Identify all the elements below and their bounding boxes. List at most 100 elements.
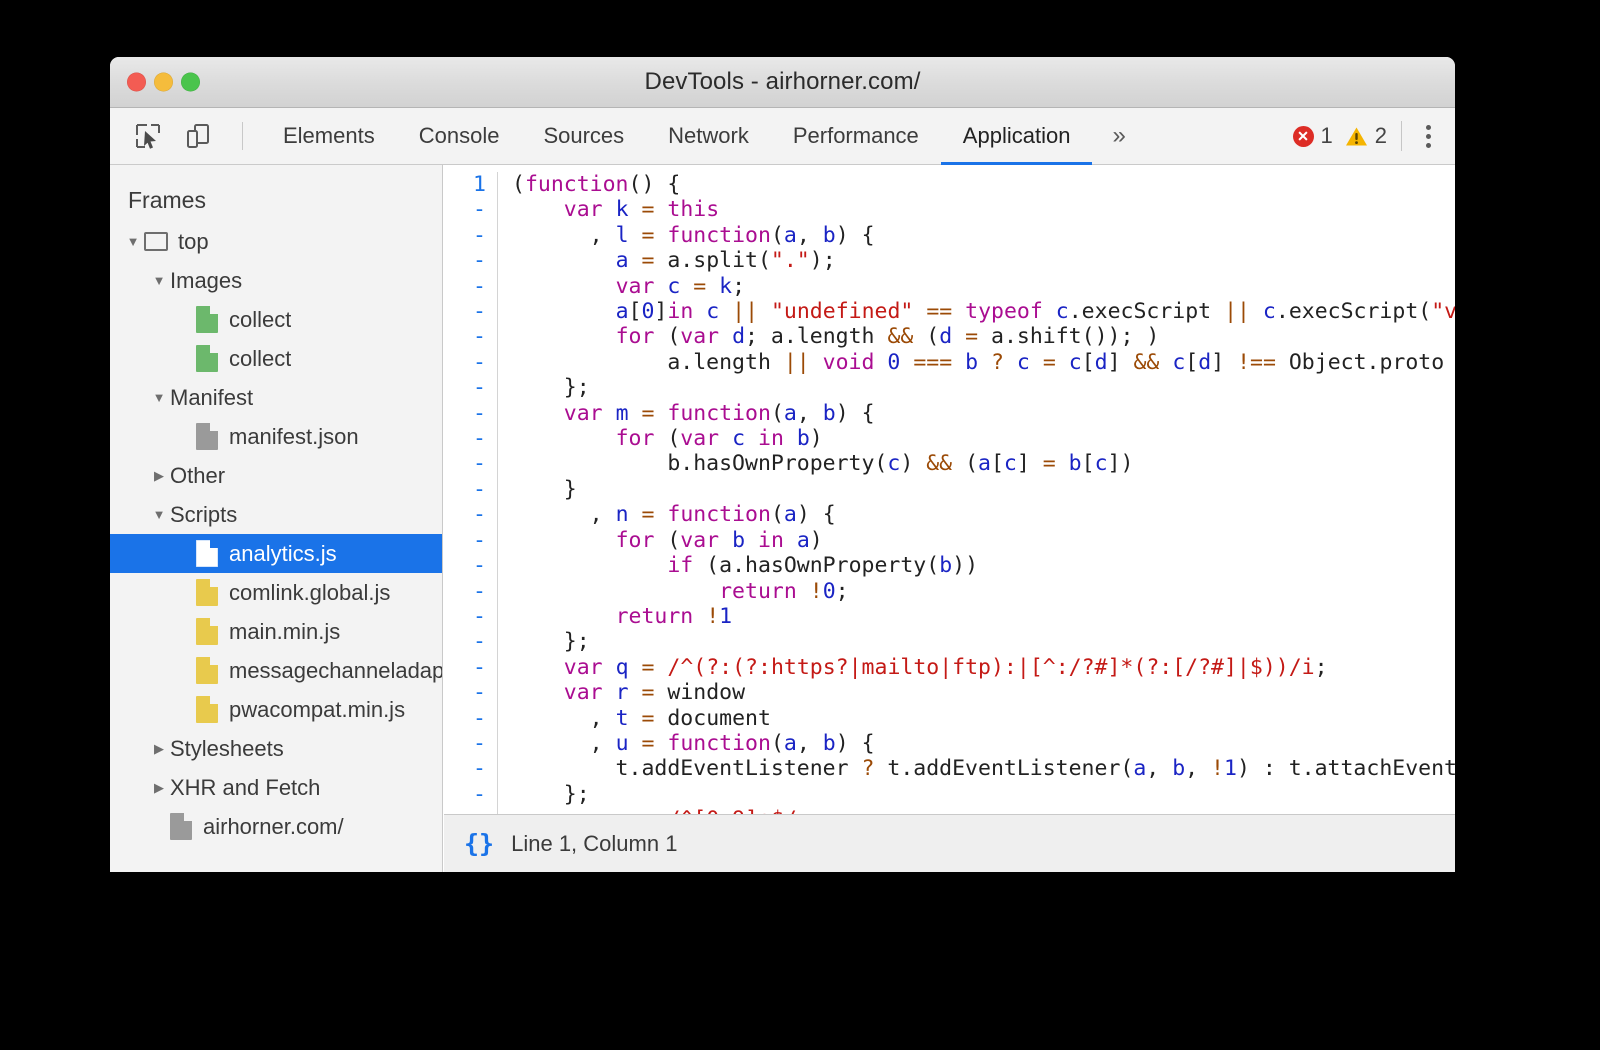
kebab-menu-icon[interactable] <box>1416 119 1441 154</box>
zoom-button[interactable] <box>181 73 200 92</box>
line-number: - <box>443 324 498 349</box>
screen: DevTools - airhorner.com/ <box>0 0 1600 1050</box>
tree-item[interactable]: pwacompat.min.js <box>110 690 442 729</box>
cursor-position: Line 1, Column 1 <box>511 831 677 857</box>
tree-item[interactable]: collect <box>110 300 442 339</box>
line-number: - <box>443 782 498 807</box>
toolbar-divider <box>242 122 243 150</box>
file-icon <box>196 618 218 645</box>
file-icon <box>196 306 218 333</box>
code-view[interactable]: 1(function() {- var k = this- , l = func… <box>443 165 1455 872</box>
code-text: b.hasOwnProperty(c) && (a[c] = b[c]) <box>498 451 1133 476</box>
file-icon <box>196 423 218 450</box>
frame-icon <box>144 232 168 251</box>
tab-sources[interactable]: Sources <box>521 108 646 164</box>
tree-item-label: main.min.js <box>229 619 340 645</box>
tree-item[interactable]: ▶Other <box>110 456 442 495</box>
code-text: } <box>498 477 577 502</box>
code-line: - , l = function(a, b) { <box>443 223 1455 248</box>
tree-item[interactable]: ▶Stylesheets <box>110 729 442 768</box>
tree-item[interactable]: main.min.js <box>110 612 442 651</box>
tree-item-label: airhorner.com/ <box>203 814 344 840</box>
code-line: - , t = document <box>443 706 1455 731</box>
inspect-cursor-icon[interactable] <box>130 118 166 154</box>
tree-item[interactable]: ▼Images <box>110 261 442 300</box>
tree-item[interactable]: collect <box>110 339 442 378</box>
tab-label: Performance <box>793 123 919 149</box>
tab-application[interactable]: Application <box>941 108 1093 164</box>
pretty-print-icon[interactable]: {} <box>464 829 494 858</box>
error-counter[interactable]: 1 <box>1293 123 1333 149</box>
chevron-down-icon[interactable]: ▼ <box>122 234 144 249</box>
twisty-spacer <box>174 429 196 444</box>
error-icon <box>1293 126 1314 147</box>
tree-item[interactable]: ▼top <box>110 222 442 261</box>
tree-item[interactable]: ▼Scripts <box>110 495 442 534</box>
code-text: (function() { <box>498 172 680 197</box>
code-line: - a = a.split("."); <box>443 248 1455 273</box>
toolbar-icons <box>110 108 261 164</box>
line-number: - <box>443 401 498 426</box>
tree-item[interactable]: analytics.js <box>110 534 442 573</box>
code-line: - for (var d; a.length && (d = a.shift()… <box>443 324 1455 349</box>
toolbar-right: 1 2 <box>1293 108 1456 164</box>
chevron-down-icon[interactable]: ▼ <box>148 507 170 522</box>
twisty-spacer <box>174 702 196 717</box>
more-tabs-icon[interactable]: » <box>1092 108 1145 164</box>
line-number: - <box>443 274 498 299</box>
chevron-right-icon[interactable]: ▶ <box>148 780 170 796</box>
line-number: - <box>443 629 498 654</box>
tab-console[interactable]: Console <box>397 108 522 164</box>
tree-item[interactable]: messagechanneladapter.js <box>110 651 442 690</box>
code-text: , n = function(a) { <box>498 502 836 527</box>
tab-performance[interactable]: Performance <box>771 108 941 164</box>
warning-counter[interactable]: 2 <box>1345 123 1387 149</box>
sidebar-heading: Frames <box>110 177 442 222</box>
tree-item[interactable]: ▶XHR and Fetch <box>110 768 442 807</box>
chevron-down-icon[interactable]: ▼ <box>148 390 170 405</box>
code-line: - return !1 <box>443 604 1455 629</box>
line-number: - <box>443 680 498 705</box>
tab-network[interactable]: Network <box>646 108 771 164</box>
line-number: - <box>443 426 498 451</box>
source-editor[interactable]: 1(function() {- var k = this- , l = func… <box>443 165 1455 872</box>
line-number: - <box>443 604 498 629</box>
code-text: , t = document <box>498 706 771 731</box>
frames-sidebar: Frames ▼top▼Images collect collect▼Manif… <box>110 165 443 872</box>
chevron-right-icon[interactable]: ▶ <box>148 741 170 757</box>
tree-item-label: Stylesheets <box>170 736 284 762</box>
code-text: for (var d; a.length && (d = a.shift());… <box>498 324 1159 349</box>
code-text: for (var c in b) <box>498 426 823 451</box>
chevron-down-icon[interactable]: ▼ <box>148 273 170 288</box>
code-line: - var m = function(a, b) { <box>443 401 1455 426</box>
code-line: - }; <box>443 375 1455 400</box>
line-number: - <box>443 706 498 731</box>
tab-elements[interactable]: Elements <box>261 108 397 164</box>
chevron-right-icon[interactable]: ▶ <box>148 468 170 484</box>
toolbar-right-divider <box>1401 121 1402 151</box>
tree-item[interactable]: airhorner.com/ <box>110 807 442 846</box>
code-text: var q = /^(?:(?:https?|mailto|ftp):|[^:/… <box>498 655 1328 680</box>
line-number: 1 <box>443 172 498 197</box>
device-toolbar-icon[interactable] <box>180 118 216 154</box>
line-number: - <box>443 655 498 680</box>
tree-item-label: Scripts <box>170 502 237 528</box>
tree-item-label: XHR and Fetch <box>170 775 320 801</box>
tab-label: Network <box>668 123 749 149</box>
code-text: , u = function(a, b) { <box>498 731 875 756</box>
tree-item[interactable]: ▼Manifest <box>110 378 442 417</box>
twisty-spacer <box>174 585 196 600</box>
code-line: - var q = /^(?:(?:https?|mailto|ftp):|[^… <box>443 655 1455 680</box>
tree-item-label: Images <box>170 268 242 294</box>
code-text: a[0]in c || "undefined" == typeof c.exec… <box>498 299 1455 324</box>
code-text: var c = k; <box>498 274 745 299</box>
tree-item-label: analytics.js <box>229 541 337 567</box>
devtools-content: Frames ▼top▼Images collect collect▼Manif… <box>110 165 1455 872</box>
code-text: a = a.split("."); <box>498 248 836 273</box>
code-line: - a[0]in c || "undefined" == typeof c.ex… <box>443 299 1455 324</box>
tree-item[interactable]: manifest.json <box>110 417 442 456</box>
code-line: - for (var c in b) <box>443 426 1455 451</box>
close-button[interactable] <box>127 73 146 92</box>
minimize-button[interactable] <box>154 73 173 92</box>
tree-item[interactable]: comlink.global.js <box>110 573 442 612</box>
